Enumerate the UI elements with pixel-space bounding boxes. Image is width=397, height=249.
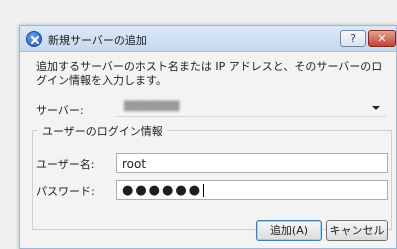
text-caret <box>203 184 205 197</box>
help-button[interactable]: ? <box>340 30 366 47</box>
titlebar: 新規サーバーの追加 ? ✕ <box>20 26 396 52</box>
cancel-button[interactable]: キャンセル <box>326 220 388 241</box>
close-button[interactable]: ✕ <box>368 30 396 47</box>
password-value: ●●●●●● <box>122 183 203 198</box>
login-info-group-title: ユーザーのログイン情報 <box>38 123 167 139</box>
username-label: ユーザー名: <box>36 158 95 171</box>
dialog-title: 新規サーバーの追加 <box>48 34 147 47</box>
username-field[interactable]: root <box>116 153 388 173</box>
add-button[interactable]: 追加(A) <box>256 220 322 241</box>
server-label: サーバー: <box>36 104 84 117</box>
password-label: パスワード: <box>36 185 95 198</box>
add-server-dialog: 新規サーバーの追加 ? ✕ 追加するサーバーのホスト名または IP アドレスと、… <box>19 25 397 249</box>
username-value: root <box>122 157 147 171</box>
server-select[interactable]: ████████ <box>116 99 386 117</box>
password-field[interactable]: ●●●●●● <box>116 180 388 200</box>
server-select-value: ████████ <box>124 102 180 112</box>
chevron-down-icon[interactable] <box>372 106 380 110</box>
server-add-icon <box>26 31 42 47</box>
dialog-description: 追加するサーバーのホスト名または IP アドレスと、そのサーバーのログイン情報を… <box>36 60 383 87</box>
